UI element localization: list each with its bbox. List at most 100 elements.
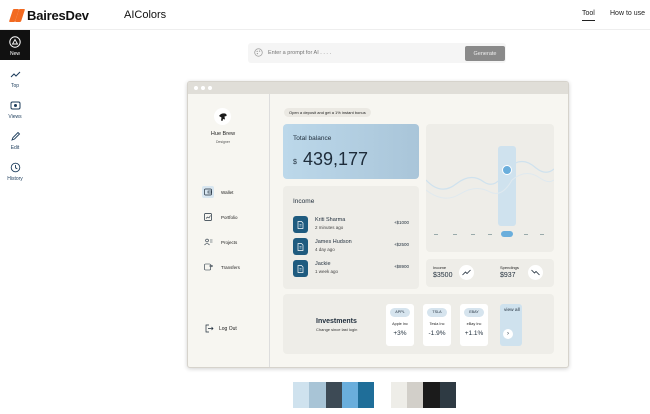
palette-swatch[interactable] <box>423 382 440 408</box>
brand-name: BairesDev <box>27 8 89 23</box>
menu-item-wallet[interactable]: Wallet <box>202 186 233 198</box>
income-time: 4 day ago <box>315 247 335 252</box>
palette-swatch[interactable] <box>407 382 424 408</box>
sidebar-item-history[interactable]: History <box>0 155 30 185</box>
trending-icon <box>8 67 22 81</box>
income-time: 2 minutes ago <box>315 225 344 230</box>
sidebar-item-new[interactable]: New <box>0 30 30 60</box>
palette-swatch[interactable] <box>390 382 408 408</box>
palette-swatch[interactable] <box>374 382 391 408</box>
palette-icon <box>254 48 263 57</box>
menu-item-projects[interactable]: Projects <box>202 236 237 248</box>
income-time: 1 week ago <box>315 269 339 274</box>
window-dot-icon <box>201 86 205 90</box>
palette-swatch[interactable] <box>309 382 326 408</box>
income-card: Income Kriti Sharma 2 minutes ago +$1000… <box>283 186 419 289</box>
user-avatar-icon <box>218 112 227 121</box>
sidebar-item-label: Views <box>8 114 22 120</box>
preview-sidebar: Hue Brew Designer Wallet Portfolio Proje… <box>188 94 270 367</box>
graph-point[interactable] <box>502 165 512 175</box>
income-name: Kriti Sharma <box>315 217 346 223</box>
generate-button[interactable]: Generate <box>465 46 505 61</box>
activity-graph <box>425 146 555 237</box>
preview-window: Hue Brew Designer Wallet Portfolio Proje… <box>187 81 569 368</box>
palette-swatch[interactable] <box>439 382 456 408</box>
sidebar-item-label: Top <box>10 83 20 89</box>
stock-change: +3% <box>393 330 407 337</box>
user-name: Hue Brew <box>210 131 236 137</box>
logout-label: Log Out <box>219 325 237 332</box>
menu-item-portfolio[interactable]: Portfolio <box>202 211 238 223</box>
history-icon <box>8 160 22 174</box>
balance-currency: $ <box>293 159 297 166</box>
stat-income-value: $3500 <box>433 272 453 279</box>
income-name: James Hudson <box>315 239 352 245</box>
graph-tick <box>540 234 544 235</box>
income-row[interactable]: Kriti Sharma 2 minutes ago +$1000 <box>293 216 413 234</box>
logout-button[interactable]: Log Out <box>205 324 237 333</box>
projects-icon <box>202 236 214 248</box>
income-amount: +$1000 <box>393 220 409 225</box>
graph-line-secondary <box>425 173 555 199</box>
stat-income-label: Income <box>433 265 447 270</box>
sidebar-item-views[interactable]: Views <box>0 93 30 123</box>
transfers-icon <box>202 261 214 273</box>
stock-name: Tesla Inc <box>429 322 445 326</box>
stock-card-tsla[interactable]: TSLA Tesla Inc -1.9% <box>423 304 451 346</box>
income-name: Jackie <box>315 261 331 267</box>
tool-sidebar: New Top Views Edit History <box>0 30 30 414</box>
graph-tick <box>524 234 528 235</box>
stock-ticker: EBAY <box>464 308 484 317</box>
top-bar: BairesDev AIColors Tool How to use <box>0 0 650 30</box>
investments-subtitle: Change since last login <box>316 327 358 332</box>
window-title-bar <box>188 82 568 94</box>
graph-highlight-bar <box>498 146 516 226</box>
nav-tool-link[interactable]: Tool <box>582 10 595 21</box>
palette-swatch[interactable] <box>341 382 359 408</box>
user-role: Designer <box>215 140 230 144</box>
graph-tick <box>471 234 475 235</box>
income-row[interactable]: James Hudson 4 day ago +$2500 <box>293 238 413 256</box>
stock-name: eBay Inc <box>466 322 482 326</box>
income-row[interactable]: Jackie 1 week ago +$8900 <box>293 260 413 278</box>
stock-ticker: APPL <box>390 308 410 317</box>
portfolio-icon <box>202 211 214 223</box>
chevron-right-icon: › <box>503 329 513 339</box>
investments-card: Investments Change since last login APPL… <box>283 294 554 354</box>
stock-card-appl[interactable]: APPL Apple Inc +3% <box>386 304 414 346</box>
nav-how-to-use-link[interactable]: How to use <box>610 10 645 17</box>
menu-item-transfers[interactable]: Transfers <box>202 261 240 273</box>
menu-item-label: Portfolio <box>221 214 238 220</box>
activity-graph-card <box>425 124 555 252</box>
wallet-icon <box>202 186 214 198</box>
palette-swatch[interactable] <box>293 382 310 408</box>
document-icon <box>293 216 308 233</box>
trend-down-icon <box>528 265 543 280</box>
stock-card-ebay[interactable]: EBAY eBay Inc +1.1% <box>460 304 488 346</box>
app-title: AIColors <box>124 9 167 21</box>
avatar[interactable] <box>214 108 231 125</box>
graph-tick <box>434 234 438 235</box>
stock-change: -1.9% <box>428 330 446 337</box>
sidebar-item-top[interactable]: Top <box>0 62 30 92</box>
logout-icon <box>205 324 214 333</box>
window-dot-icon <box>194 86 198 90</box>
palette-swatch[interactable] <box>358 382 375 408</box>
income-amount: +$2500 <box>393 242 409 247</box>
trend-up-icon <box>459 265 474 280</box>
menu-item-label: Transfers <box>221 264 240 270</box>
prompt-input[interactable] <box>268 47 448 59</box>
view-all-label: view all <box>504 308 520 313</box>
palette-swatch[interactable] <box>325 382 342 408</box>
menu-item-label: Projects <box>221 239 238 245</box>
income-title: Income <box>293 198 315 205</box>
document-icon <box>293 238 308 255</box>
bonus-banner[interactable]: Open a deposit and get a 1% instant bonu… <box>284 108 371 117</box>
window-dot-icon <box>208 86 212 90</box>
sidebar-item-edit[interactable]: Edit <box>0 124 30 154</box>
graph-selected-tick[interactable] <box>501 231 513 237</box>
color-palette <box>293 382 456 408</box>
view-all-button[interactable]: view all › <box>500 304 522 346</box>
brand-logo[interactable]: BairesDev <box>8 8 89 23</box>
income-amount: +$8900 <box>393 264 409 269</box>
